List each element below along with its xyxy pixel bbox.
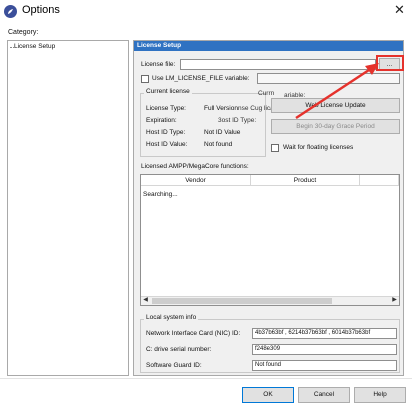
cdrive-value: f248e309	[252, 344, 397, 355]
license-type-label: License Type:	[146, 105, 186, 112]
category-label: Category:	[8, 29, 39, 36]
functions-label: Licensed AMPP/MegaCore functions:	[141, 163, 249, 170]
wait-floating-checkbox[interactable]	[271, 144, 279, 152]
scroll-right-icon[interactable]: ▶	[390, 296, 399, 305]
cancel-button[interactable]: Cancel	[298, 387, 350, 403]
wait-floating-label: Wait for floating licenses	[283, 144, 354, 151]
cdrive-label: C: drive serial number:	[146, 346, 212, 353]
column-header-extra[interactable]	[360, 175, 399, 186]
host-id-value-value: Not found	[204, 141, 233, 148]
current-license-legend: Current license	[144, 88, 192, 95]
license-type-value: Full Version	[204, 105, 238, 112]
scroll-left-icon[interactable]: ◀	[141, 296, 150, 305]
overlap-fragment: Currn	[258, 90, 275, 97]
list-item: Searching...	[143, 191, 178, 198]
host-id-type-value: Not ID Value	[204, 129, 241, 136]
scrollbar-thumb[interactable]	[152, 298, 332, 304]
category-tree[interactable]: License Setup	[7, 40, 129, 376]
nic-value: 4b37b63bf , 6214b37b63bf , 6014b37b63bf	[252, 328, 397, 339]
column-header-product[interactable]: Product	[251, 175, 360, 186]
title-bar: Options ✕	[0, 0, 412, 26]
guard-label: Software Guard ID:	[146, 362, 202, 369]
guard-value: Not found	[252, 360, 397, 371]
functions-list[interactable]: Vendor Product Searching... ◀ ▶	[140, 174, 400, 306]
expiration-label: Expiration:	[146, 117, 177, 124]
close-icon[interactable]: ✕	[394, 3, 405, 17]
overlap-fragment: 3ost ID Type:	[218, 117, 257, 124]
ok-button[interactable]: OK	[242, 387, 294, 403]
panel-header: License Setup	[134, 41, 403, 51]
nic-label: Network Interface Card (NIC) ID:	[146, 330, 241, 337]
app-icon	[4, 5, 17, 18]
tree-item-license-setup[interactable]: License Setup	[9, 43, 55, 50]
host-id-type-label: Host ID Type:	[146, 129, 186, 136]
column-header-vendor[interactable]: Vendor	[141, 175, 251, 186]
horizontal-scrollbar[interactable]: ◀ ▶	[141, 296, 399, 305]
bottom-divider	[0, 378, 412, 379]
lm-license-label: Use LM_LICENSE_FILE variable:	[152, 75, 250, 82]
lm-license-checkbox[interactable]	[141, 75, 149, 83]
help-button[interactable]: Help	[354, 387, 406, 403]
window-title: Options	[22, 4, 60, 16]
license-file-label: License file:	[141, 61, 176, 68]
red-arrow-icon	[295, 63, 379, 120]
system-info-legend: Local system info	[144, 314, 199, 321]
host-id-value-label: Host ID Value:	[146, 141, 188, 148]
